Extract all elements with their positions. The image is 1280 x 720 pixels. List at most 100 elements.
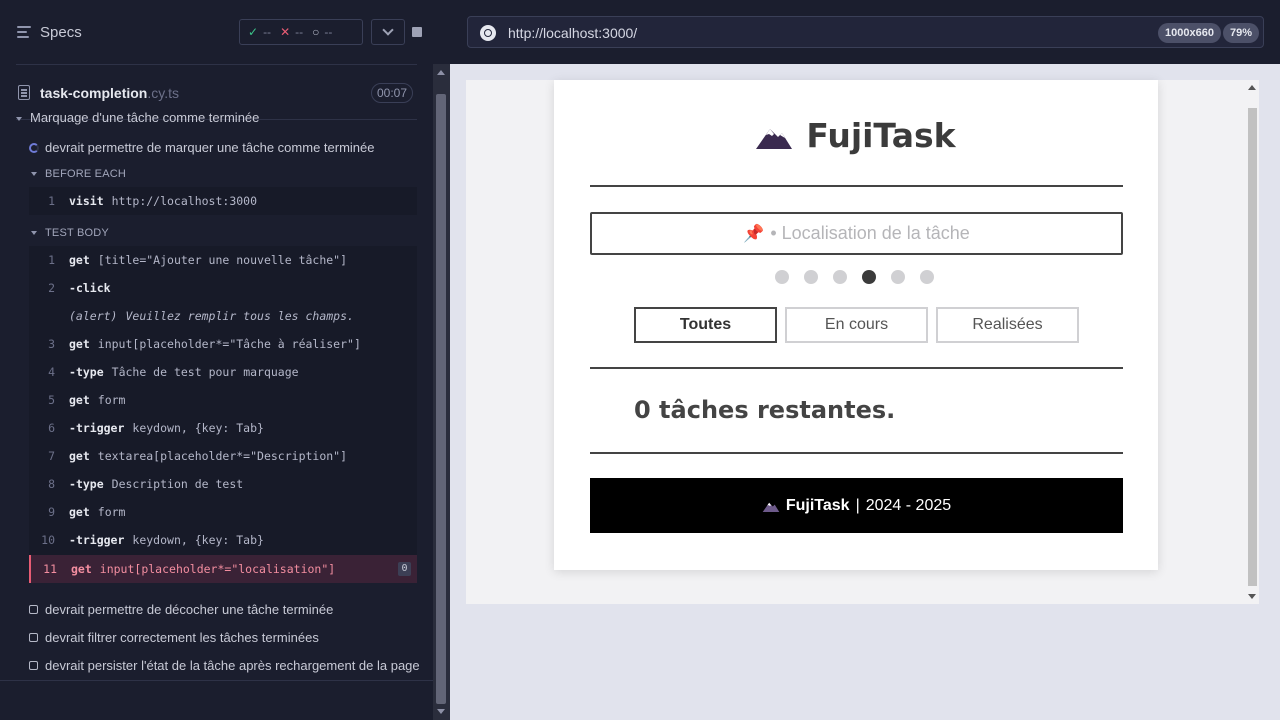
step-dot	[891, 270, 905, 284]
stop-icon	[412, 27, 422, 37]
reporter-divider	[0, 680, 433, 681]
command-row[interactable]: 5 get form	[29, 386, 417, 414]
fujitask-app: FujiTask 📌 • Localisation de la tâche To…	[554, 80, 1158, 570]
command-number: 1	[48, 194, 55, 208]
command-row[interactable]: 1 get [title="Ajouter une nouvelle tâche…	[29, 246, 417, 274]
command-row[interactable]: 1 visit http://localhost:3000	[29, 187, 417, 215]
filter-all-button[interactable]: Toutes	[634, 307, 777, 343]
command-name: trigger	[69, 533, 124, 547]
test-body-header[interactable]: TEST BODY	[31, 227, 109, 239]
command-message: form	[97, 393, 126, 407]
command-message: keydown, {key: Tab}	[132, 533, 264, 547]
pending-test-icon	[29, 661, 38, 670]
command-row[interactable]: 4 type Tâche de test pour marquage	[29, 358, 417, 386]
spec-file-name[interactable]: task-completion.cy.ts	[40, 85, 179, 101]
failed-stat: ✕ --	[280, 25, 303, 39]
aut-scrollbar[interactable]	[1245, 80, 1259, 604]
command-name: get	[69, 253, 90, 267]
mountain-logo-icon	[762, 502, 780, 512]
command-row[interactable]: 8 type Description de test	[29, 470, 417, 498]
command-number: 8	[48, 477, 55, 491]
specs-title[interactable]: Specs	[40, 24, 82, 41]
reporter-scrollbar[interactable]	[433, 64, 450, 720]
command-log-panel: Specs ✓ -- ✕ -- ○ -- task-completion.cy.…	[0, 0, 433, 720]
viewport-size-badge[interactable]: 1000x660	[1158, 23, 1221, 43]
url-bar[interactable]: http://localhost:3000/ 1000x660 79%	[467, 16, 1264, 48]
pending-icon: ○	[312, 25, 320, 39]
running-test[interactable]: devrait permettre de marquer une tâche c…	[29, 140, 375, 155]
reporter-header: Specs ✓ -- ✕ -- ○ --	[0, 0, 433, 64]
command-message: input[placeholder*="localisation"]	[99, 562, 336, 576]
command-row[interactable]: 2 click	[29, 274, 417, 302]
pending-test-title: devrait persister l'état de la tâche apr…	[45, 658, 420, 673]
stop-button[interactable]	[401, 19, 433, 45]
command-number: 2	[48, 281, 55, 295]
pending-test[interactable]: devrait permettre de décocher une tâche …	[29, 602, 333, 617]
command-number: 3	[48, 337, 55, 351]
command-row[interactable]: 10 trigger keydown, {key: Tab}	[29, 526, 417, 554]
scroll-up-icon[interactable]	[437, 70, 445, 75]
command-number: 9	[48, 505, 55, 519]
command-name: get	[69, 337, 90, 351]
command-number: 11	[43, 562, 57, 576]
test-body-commands: 1 get [title="Ajouter une nouvelle tâche…	[29, 246, 417, 583]
url-text: http://localhost:3000/	[508, 25, 638, 41]
command-number: 4	[48, 365, 55, 379]
scroll-down-icon[interactable]	[437, 709, 445, 714]
command-number: 7	[48, 449, 55, 463]
pushpin-icon: 📌	[743, 223, 765, 243]
command-name: get	[69, 505, 90, 519]
divider	[590, 367, 1123, 369]
command-number: 6	[48, 421, 55, 435]
alert-message: Veuillez remplir tous les champs.	[125, 309, 354, 323]
step-dot	[833, 270, 847, 284]
scroll-up-icon[interactable]	[1248, 85, 1256, 90]
pending-test[interactable]: devrait filtrer correctement les tâches …	[29, 630, 319, 645]
zoom-badge[interactable]: 79%	[1222, 23, 1259, 43]
collapse-triangle-icon	[16, 116, 22, 121]
collapse-triangle-icon	[31, 172, 37, 176]
command-message: form	[97, 505, 126, 519]
passed-stat: ✓ --	[248, 25, 271, 39]
failed-command-row[interactable]: 11 get input[placeholder*="localisation"…	[29, 555, 417, 583]
command-number: 10	[41, 533, 55, 547]
command-row[interactable]: 3 get input[placeholder*="Tâche à réalis…	[29, 330, 417, 358]
element-count-badge: 0	[398, 562, 411, 576]
command-name: type	[69, 477, 104, 491]
pending-test[interactable]: devrait persister l'état de la tâche apr…	[29, 658, 420, 673]
command-message: Tâche de test pour marquage	[111, 365, 299, 379]
filter-done-button[interactable]: Realisées	[936, 307, 1079, 343]
mountain-logo-icon	[756, 129, 793, 149]
step-indicator	[775, 270, 934, 284]
command-name: visit	[69, 194, 104, 208]
scrollbar-thumb[interactable]	[436, 94, 446, 704]
command-message: http://localhost:3000	[111, 194, 258, 208]
running-spinner-icon	[29, 142, 39, 153]
specs-list-icon[interactable]	[17, 26, 31, 38]
command-row[interactable]: 7 get textarea[placeholder*="Description…	[29, 442, 417, 470]
filter-in-progress-button[interactable]: En cours	[785, 307, 928, 343]
command-row[interactable]: 9 get form	[29, 498, 417, 526]
step-dot-active	[862, 270, 876, 284]
suite-title[interactable]: Marquage d'une tâche comme terminée	[16, 110, 276, 128]
footer-brand: FujiTask	[785, 496, 850, 514]
scroll-down-icon[interactable]	[1248, 594, 1256, 599]
command-name: type	[69, 365, 104, 379]
scrollbar-thumb[interactable]	[1248, 108, 1257, 586]
pending-test-icon	[29, 633, 38, 642]
chevron-down-icon	[382, 24, 394, 36]
command-name: get	[69, 449, 90, 463]
divider	[590, 452, 1123, 454]
command-message: input[placeholder*="Tâche à réaliser"]	[97, 337, 361, 351]
command-row[interactable]: 6 trigger keydown, {key: Tab}	[29, 414, 417, 442]
duration-badge: 00:07	[370, 83, 413, 103]
alert-row[interactable]: (alert) Veuillez remplir tous les champs…	[29, 302, 417, 330]
pending-test-title: devrait permettre de décocher une tâche …	[45, 602, 334, 617]
command-name: get	[71, 562, 92, 576]
expand-dropdown-button[interactable]	[371, 19, 405, 45]
pending-count: --	[324, 25, 333, 39]
command-message: Description de test	[111, 477, 244, 491]
before-each-header[interactable]: BEFORE EACH	[31, 168, 126, 180]
command-name: click	[69, 281, 111, 295]
location-input[interactable]: 📌 • Localisation de la tâche	[590, 212, 1123, 255]
